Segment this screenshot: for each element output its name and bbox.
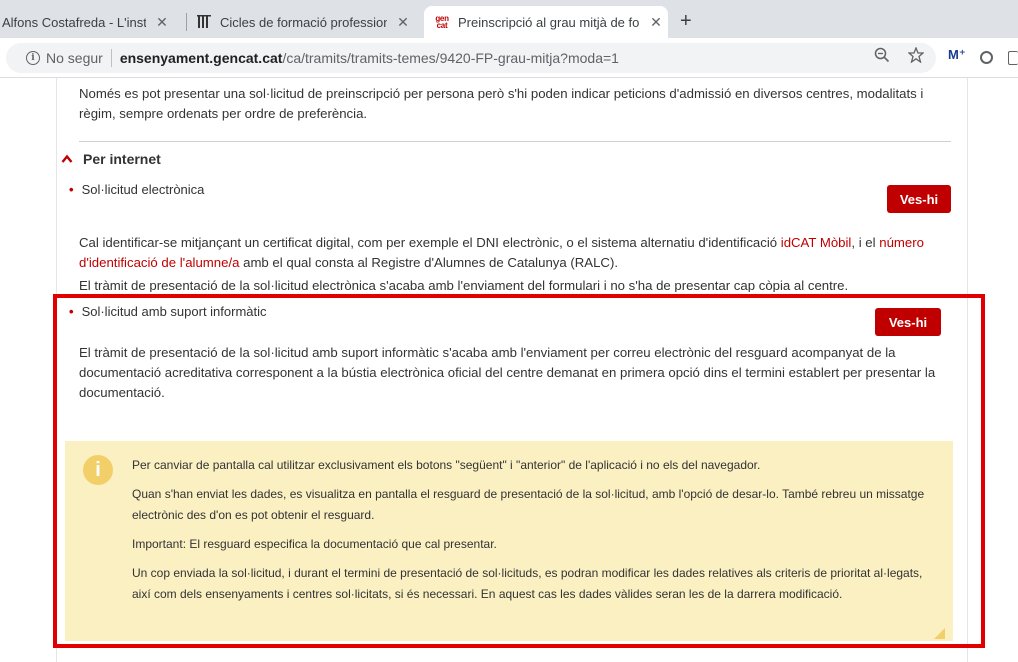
info-icon[interactable]: i: [26, 51, 40, 65]
note-paragraph: Quan s'han enviat les dades, es visualit…: [132, 487, 925, 522]
text-span: Cal identificar-se mitjançant un certifi…: [79, 235, 781, 250]
intro-paragraph: Només es pot presentar una sol·licitud d…: [79, 86, 924, 121]
chevron-up-icon: [61, 154, 73, 163]
extension-m-icon[interactable]: M⁺: [948, 47, 966, 63]
section-header-per-internet[interactable]: Per internet: [61, 151, 161, 167]
close-icon[interactable]: ✕: [395, 14, 411, 31]
note-corner-fold: [934, 628, 945, 639]
section-title: Per internet: [83, 151, 161, 167]
note-paragraph: Per canviar de pantalla cal utilitzar ex…: [132, 458, 761, 472]
zoom-icon[interactable]: [874, 47, 890, 68]
gencat-building-icon: [196, 14, 212, 30]
idcat-mobil-link[interactable]: idCAT Mòbil: [781, 235, 852, 250]
extension-partial-icon[interactable]: [1008, 51, 1018, 65]
close-icon[interactable]: ✕: [648, 14, 664, 31]
section-divider: [79, 141, 951, 142]
info-note-box: i Per canviar de pantalla cal utilitzar …: [65, 441, 953, 641]
info-icon: i: [83, 455, 113, 485]
text-span: , i el: [851, 235, 880, 250]
star-icon[interactable]: [907, 46, 925, 68]
tab-alfons-costafreda[interactable]: Alfons Costafreda - L'institut ✕: [0, 6, 176, 38]
extension-circle-icon[interactable]: [980, 51, 993, 64]
text-span: amb el qual consta al Registre d'Alumnes…: [239, 255, 619, 270]
tab-cicles-fp[interactable]: Cicles de formació professional ✕: [196, 6, 414, 38]
suport-informatic-paragraph: El tràmit de presentació de la sol·licit…: [79, 345, 936, 400]
gencat-favicon-icon: gen cat: [435, 14, 449, 30]
url-path[interactable]: /ca/tramits/tramits-temes/9420-FP-grau-m…: [282, 50, 619, 66]
bullet: •: [69, 304, 74, 319]
tab-title: Cicles de formació professional: [220, 14, 387, 30]
url-host[interactable]: ensenyament.gencat.cat: [120, 50, 283, 66]
electronica-paragraph: Cal identificar-se mitjançant un certifi…: [79, 233, 955, 273]
item-label: Sol·licitud amb suport informàtic: [81, 304, 267, 319]
browser-tab-bar: Alfons Costafreda - L'institut ✕ Cicles …: [0, 0, 1018, 38]
list-item-suport-informatic: • Sol·licitud amb suport informàtic: [69, 304, 267, 319]
tab-preinscripcio-active[interactable]: gen cat Preinscripció al grau mitjà de f…: [424, 6, 668, 38]
omnibox-divider: [110, 49, 112, 67]
tab-title: Preinscripció al grau mitjà de formació …: [458, 14, 640, 30]
page-content: Només es pot presentar una sol·licitud d…: [56, 78, 968, 662]
list-item-solicitud-electronica: • Sol·licitud electrònica: [69, 182, 204, 197]
electronica-paragraph-2: El tràmit de presentació de la sol·licit…: [79, 278, 849, 292]
ves-hi-button-electronica[interactable]: Ves-hi: [887, 185, 951, 213]
new-tab-button[interactable]: +: [680, 10, 692, 33]
security-label[interactable]: No segur: [46, 50, 103, 66]
bullet: •: [69, 182, 74, 197]
address-bar: i No segur ensenyament.gencat.cat /ca/tr…: [0, 38, 1018, 78]
note-paragraph: Important: El resguard especifica la doc…: [132, 537, 497, 551]
omnibox[interactable]: i No segur ensenyament.gencat.cat /ca/tr…: [6, 43, 936, 73]
note-paragraph: Un cop enviada la sol·licitud, i durant …: [132, 566, 923, 601]
ves-hi-button-suport-informatic[interactable]: Ves-hi: [875, 308, 941, 336]
close-icon[interactable]: ✕: [154, 14, 170, 31]
item-label: Sol·licitud electrònica: [81, 182, 205, 197]
tab-separator: [186, 13, 187, 31]
tab-title: Alfons Costafreda - L'institut: [2, 14, 146, 30]
